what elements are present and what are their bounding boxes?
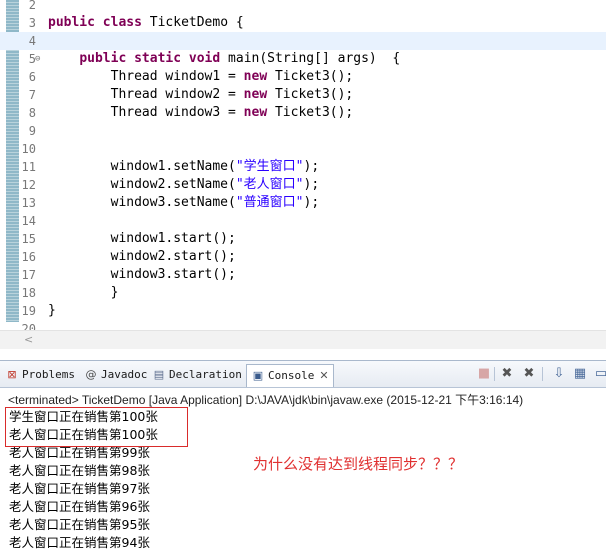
editor-horizontal-scrollbar[interactable]: < <box>0 330 606 349</box>
code-line[interactable]: 17 window3.start(); <box>0 266 606 284</box>
annotation-text: 为什么没有达到线程同步？？？ <box>253 455 464 473</box>
terminate-icon[interactable]: ■ <box>476 366 492 382</box>
line-number: 8 <box>28 106 36 120</box>
console-output-line: 老人窗口正在销售第98张 <box>9 463 150 478</box>
close-icon[interactable]: ✕ <box>319 369 328 382</box>
code-line[interactable]: 11 window1.setName("学生窗口"); <box>0 158 606 176</box>
code-text: public static void main(String[] args) { <box>79 51 401 66</box>
line-number: 12 <box>21 178 36 192</box>
code-text: } <box>48 285 119 300</box>
code-editor[interactable]: 2 3 public class TicketDemo { 4 5 ⊖ public st… <box>0 0 606 352</box>
console-output-line: 老人窗口正在销售第96张 <box>9 499 150 514</box>
code-line[interactable]: 9 <box>0 122 606 140</box>
show-console-icon[interactable]: ▦ <box>572 366 588 382</box>
scroll-left-icon[interactable]: < <box>24 331 33 349</box>
fold-toggle-icon[interactable]: ⊖ <box>35 50 40 68</box>
code-line[interactable]: 12 window2.setName("老人窗口"); <box>0 176 606 194</box>
line-number: 2 <box>28 0 36 12</box>
tab-declaration[interactable]: ▤ Declaration <box>152 364 242 386</box>
line-number: 18 <box>21 286 36 300</box>
keyword: class <box>102 15 142 30</box>
code-line[interactable]: 2 <box>0 0 606 14</box>
code-line[interactable]: 7 Thread window2 = new Ticket3(); <box>0 86 606 104</box>
line-number: 6 <box>28 70 36 84</box>
code-text: Thread window1 = new Ticket3(); <box>48 69 354 84</box>
code-line[interactable]: 13 window3.setName("普通窗口"); <box>0 194 606 212</box>
keyword: new <box>243 105 268 120</box>
code-line[interactable]: 10 <box>0 140 606 158</box>
keyword: new <box>243 87 268 102</box>
code-text: window3.start(); <box>48 267 236 282</box>
code-text: window3.setName("普通窗口"); <box>48 195 320 210</box>
code-text: } <box>48 303 56 318</box>
remove-launch-icon[interactable]: ✖ <box>499 366 515 382</box>
console-output-line: 老人窗口正在销售第97张 <box>9 481 150 496</box>
code-line[interactable]: 5 ⊖ public static void main(String[] args… <box>0 50 606 68</box>
problems-icon: ⊠ <box>7 368 17 381</box>
line-number: 5 <box>28 52 36 66</box>
code-text: window2.start(); <box>48 249 236 264</box>
code-line[interactable]: 8 Thread window3 = new Ticket3(); <box>0 104 606 122</box>
code-text: window2.setName("老人窗口"); <box>48 177 320 192</box>
code-text: public class TicketDemo { <box>48 15 244 30</box>
keyword: static <box>134 51 182 66</box>
code-line[interactable]: 15 window1.start(); <box>0 230 606 248</box>
declaration-icon: ▤ <box>153 368 165 381</box>
console-output-line: 老人窗口正在销售第94张 <box>9 535 150 550</box>
code-line[interactable]: 6 Thread window1 = new Ticket3(); <box>0 68 606 86</box>
string-literal: "学生窗口" <box>235 159 304 174</box>
line-number: 11 <box>21 160 36 174</box>
line-number: 17 <box>21 268 36 282</box>
code-text: window1.setName("学生窗口"); <box>48 159 320 174</box>
string-literal: "普通窗口" <box>235 195 304 210</box>
keyword: void <box>188 51 221 66</box>
code-text: Thread window3 = new Ticket3(); <box>48 105 354 120</box>
line-number: 7 <box>28 88 36 102</box>
code-text: window1.start(); <box>48 231 236 246</box>
code-line[interactable]: 14 <box>0 212 606 230</box>
line-number: 19 <box>21 304 36 318</box>
pin-console-icon[interactable]: ▭ <box>593 366 606 382</box>
code-line[interactable]: 4 <box>0 32 606 50</box>
line-number: 9 <box>28 124 36 138</box>
console-output-line: 老人窗口正在销售第95张 <box>9 517 150 532</box>
tab-problems[interactable]: ⊠ Problems <box>5 364 75 386</box>
toolbar-separator <box>542 367 543 381</box>
console-icon: ▣ <box>252 369 264 382</box>
tab-console[interactable]: ▣ Console ✕ <box>246 364 334 387</box>
highlight-box <box>5 407 188 447</box>
line-number: 10 <box>21 142 36 156</box>
code-line[interactable]: 18 } <box>0 284 606 302</box>
at-sign-icon: @ <box>85 368 97 381</box>
code-text: Thread window2 = new Ticket3(); <box>48 87 354 102</box>
line-number: 16 <box>21 250 36 264</box>
line-number: 15 <box>21 232 36 246</box>
remove-all-terminated-icon[interactable]: ✖ <box>521 366 537 382</box>
code-line[interactable]: 16 window2.start(); <box>0 248 606 266</box>
code-line[interactable]: 3 public class TicketDemo { <box>0 14 606 32</box>
line-number: 14 <box>21 214 36 228</box>
tab-javadoc[interactable]: @ Javadoc <box>84 364 148 386</box>
line-number: 3 <box>28 16 36 30</box>
keyword: new <box>243 69 268 84</box>
console-view: ⊠ Problems @ Javadoc ▤ Declaration ▣ Console… <box>0 360 606 551</box>
toolbar-separator <box>494 367 495 381</box>
line-number: 13 <box>21 196 36 210</box>
view-tab-bar: ⊠ Problems @ Javadoc ▤ Declaration ▣ Console… <box>0 361 606 388</box>
code-line[interactable]: 19} <box>0 302 606 320</box>
keyword: public <box>48 15 95 30</box>
string-literal: "老人窗口" <box>235 177 304 192</box>
scroll-lock-icon[interactable]: ⇩ <box>551 366 567 382</box>
keyword: public <box>79 51 127 66</box>
line-number: 4 <box>28 34 36 48</box>
